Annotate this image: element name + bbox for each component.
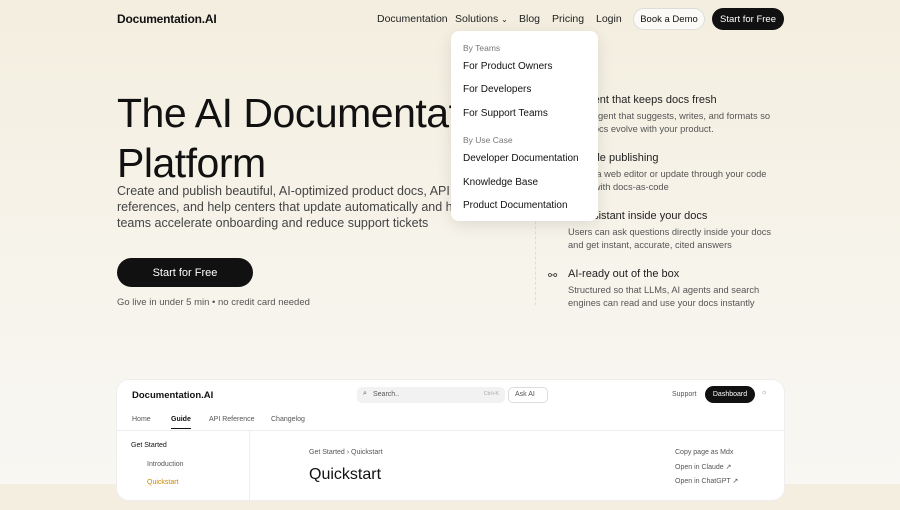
- dropdown-item[interactable]: Developer Documentation: [463, 153, 579, 164]
- tab-changelog[interactable]: Changelog: [271, 416, 305, 423]
- dropdown-item[interactable]: For Product Owners: [463, 61, 552, 72]
- breadcrumb: Get Started › Quickstart: [309, 449, 383, 456]
- hero-subtitle: Create and publish beautiful, AI-optimiz…: [117, 184, 470, 230]
- sidebar-item-quickstart[interactable]: Quickstart: [147, 479, 179, 486]
- preview-search[interactable]: ⌕ Search.. Ctrl+K: [357, 387, 505, 403]
- nav-blog[interactable]: Blog: [519, 13, 540, 25]
- feature-desc: Edit in a web editor or update through y…: [568, 169, 767, 192]
- nav-solutions-label: Solutions: [455, 13, 499, 25]
- nav-solutions[interactable]: Solutions ⌄: [455, 13, 508, 25]
- chevron-down-icon: ⌄: [501, 15, 508, 24]
- support-link[interactable]: Support: [672, 391, 697, 398]
- nav-login[interactable]: Login: [596, 13, 622, 25]
- start-free-button[interactable]: Start for Free: [712, 8, 784, 30]
- dropdown-item[interactable]: For Developers: [463, 84, 531, 95]
- sidebar-section: Get Started: [131, 442, 167, 449]
- docs-preview: Documentation.AI ⌕ Search.. Ctrl+K Ask A…: [117, 380, 784, 510]
- sidebar-item-introduction[interactable]: Introduction: [147, 461, 184, 468]
- solutions-dropdown: By Teams For Product Owners For Develope…: [451, 31, 598, 221]
- open-claude-action[interactable]: Open in Claude ↗: [675, 463, 731, 471]
- logo[interactable]: Documentation.AI: [117, 12, 217, 26]
- preview-logo: Documentation.AI: [132, 390, 214, 401]
- dropdown-heading-usecase: By Use Case: [463, 135, 513, 145]
- search-icon: ⌕: [363, 390, 367, 397]
- hero-start-button[interactable]: Start for Free: [117, 258, 253, 287]
- dropdown-item[interactable]: For Support Teams: [463, 108, 548, 119]
- feature-title: AI-ready out of the box: [568, 268, 680, 280]
- feature-desc: An AI agent that suggests, writes, and f…: [568, 111, 771, 134]
- tab-api-reference[interactable]: API Reference: [209, 416, 255, 423]
- search-placeholder: Search..: [373, 391, 400, 398]
- hero-note: Go live in under 5 min • no credit card …: [117, 297, 310, 308]
- divider: [249, 430, 250, 510]
- divider: [117, 430, 784, 431]
- page-title: Quickstart: [309, 466, 382, 483]
- nodes-icon: ⚯: [548, 270, 558, 282]
- dropdown-item[interactable]: Product Documentation: [463, 200, 568, 211]
- tab-home[interactable]: Home: [132, 416, 151, 423]
- nav-pricing[interactable]: Pricing: [552, 13, 584, 25]
- search-shortcut: Ctrl+K: [483, 391, 499, 397]
- tab-guide[interactable]: Guide: [171, 416, 191, 429]
- nav-documentation[interactable]: Documentation: [377, 13, 448, 25]
- dashboard-button[interactable]: Dashboard: [705, 386, 755, 403]
- copy-mdx-action[interactable]: Copy page as Mdx: [675, 449, 733, 456]
- ask-ai-button[interactable]: Ask AI: [508, 387, 548, 403]
- book-demo-button[interactable]: Book a Demo: [633, 8, 705, 30]
- ask-ai-label: Ask AI: [515, 391, 535, 398]
- theme-toggle-icon[interactable]: ☼: [761, 389, 767, 396]
- feature-desc: Users can ask questions directly inside …: [568, 227, 772, 250]
- feature-desc: Structured so that LLMs, AI agents and s…: [568, 285, 760, 308]
- dropdown-item[interactable]: Knowledge Base: [463, 177, 538, 188]
- dropdown-heading-teams: By Teams: [463, 43, 501, 53]
